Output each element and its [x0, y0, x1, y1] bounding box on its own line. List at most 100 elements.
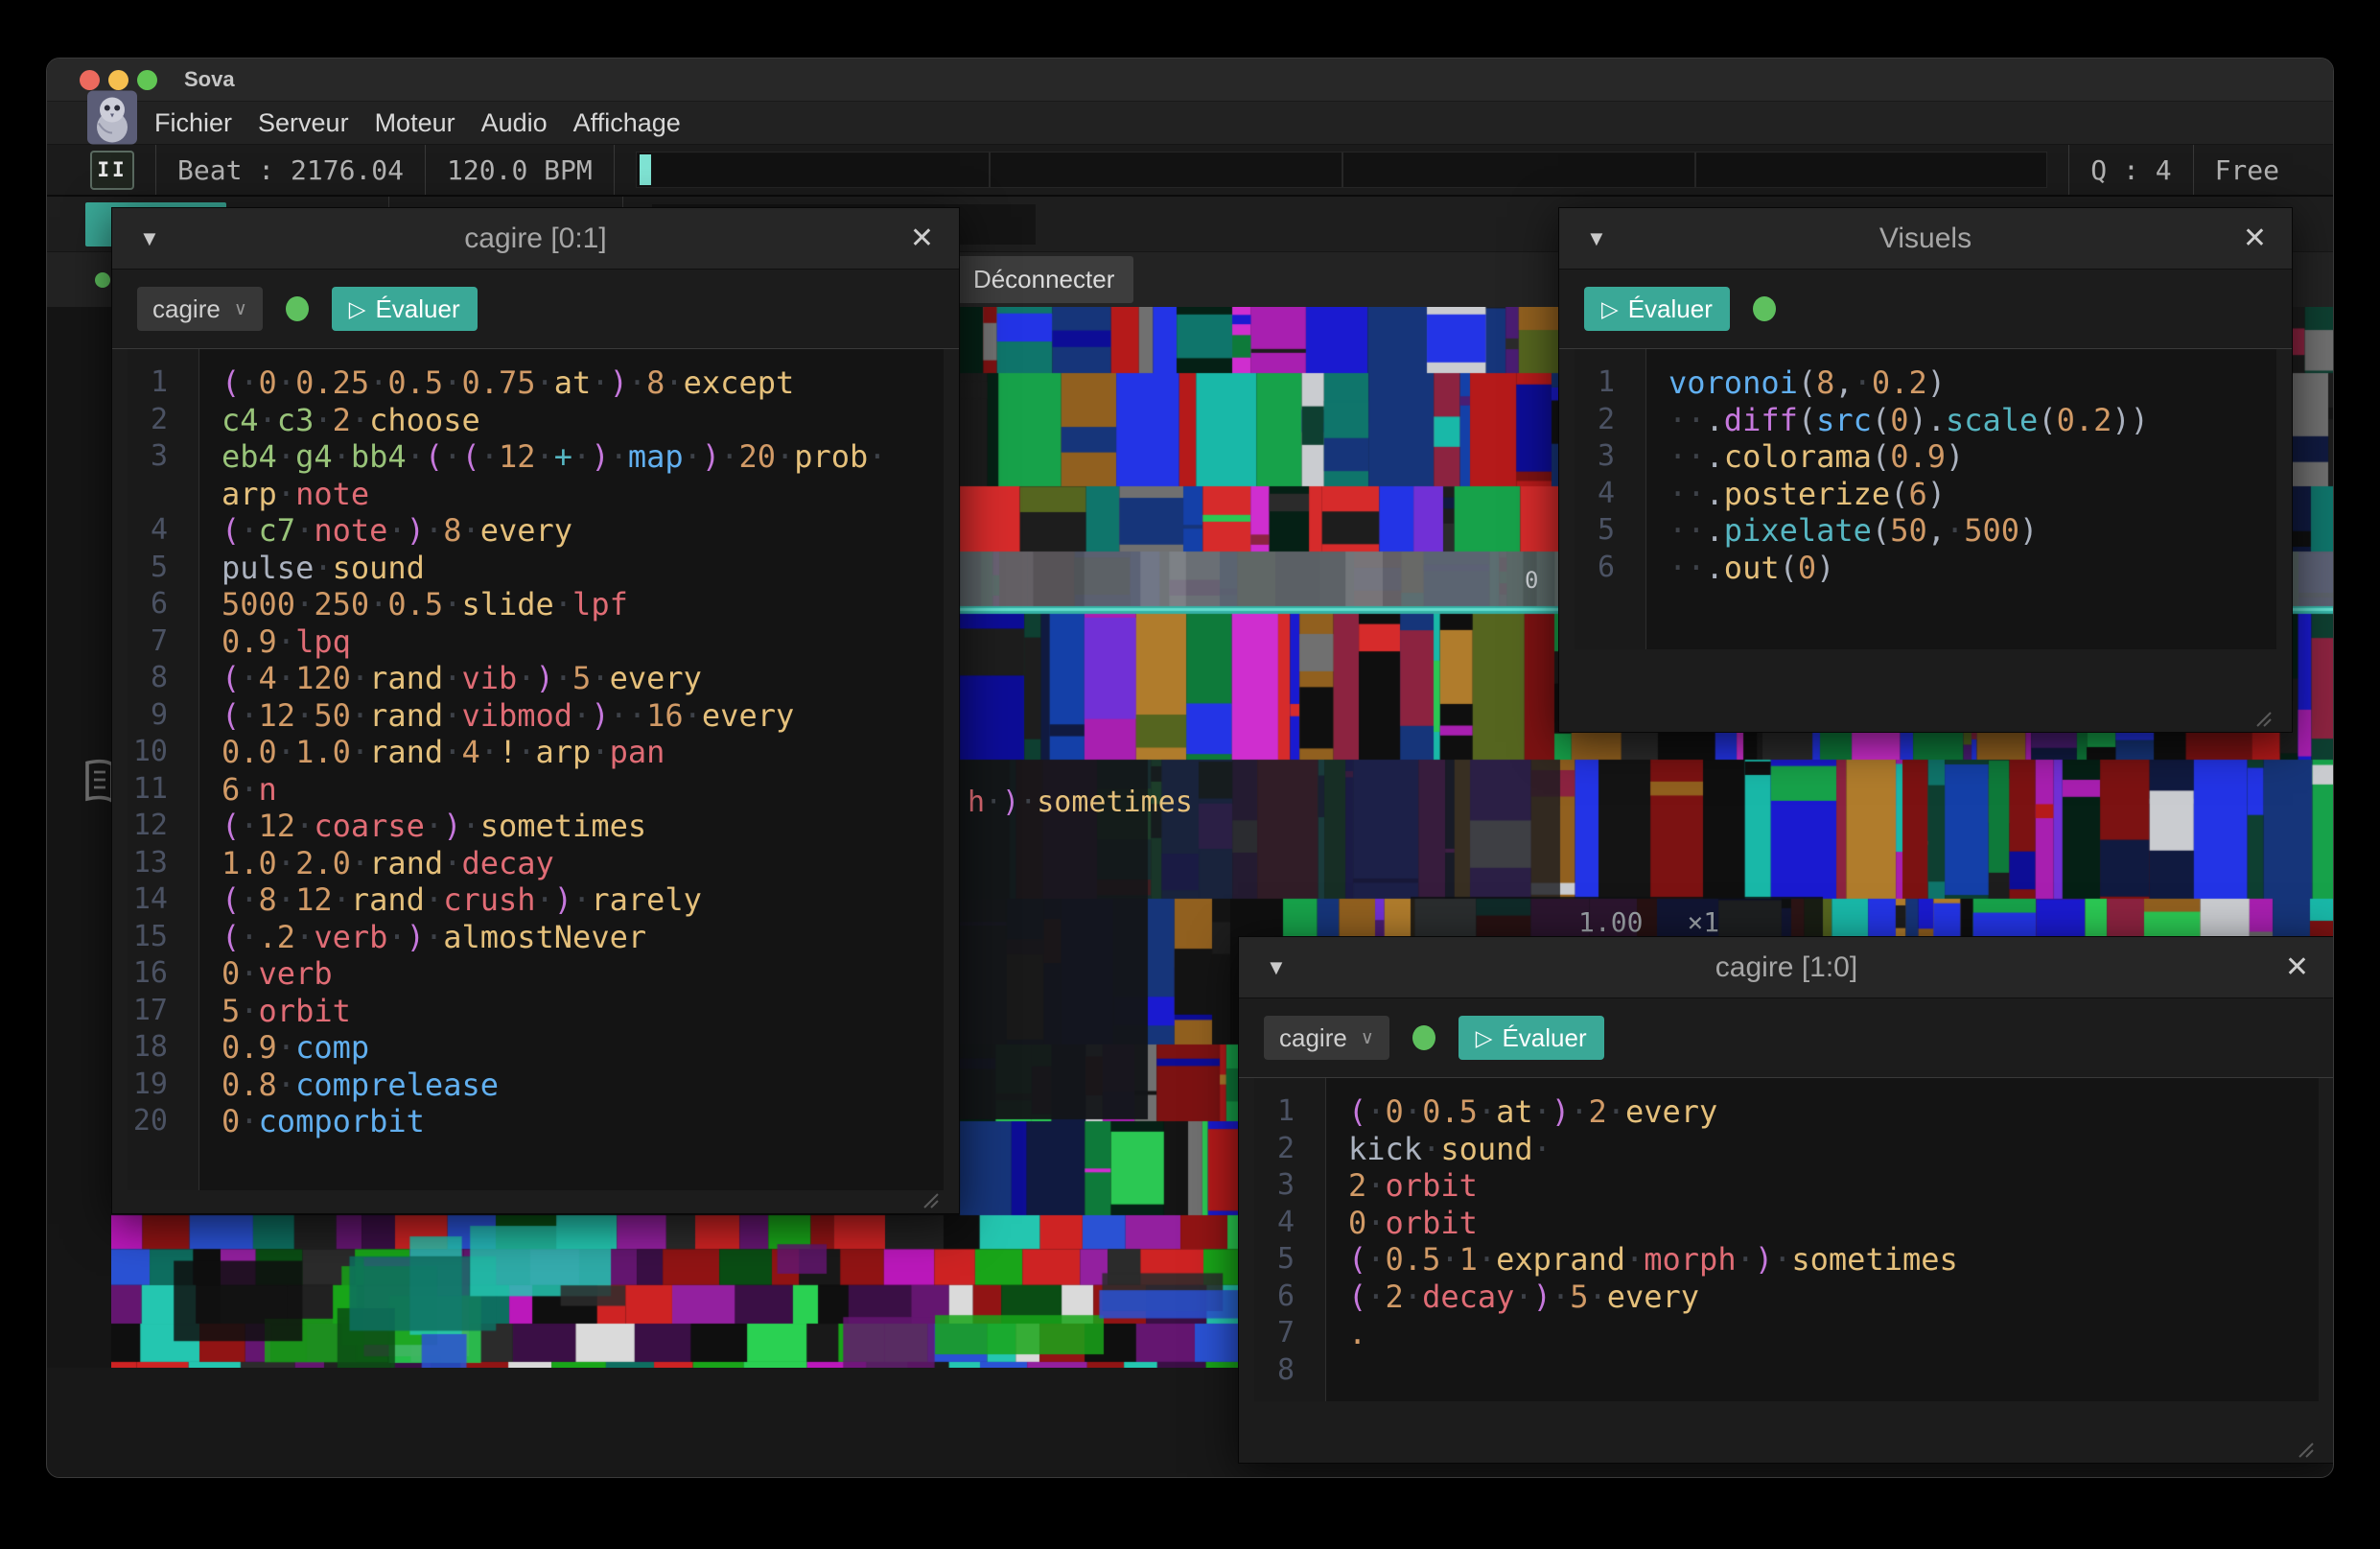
evaluate-button[interactable]: ▷Évaluer — [1584, 287, 1730, 331]
close-icon[interactable]: ✕ — [910, 222, 934, 255]
whitespace-dot: · — [277, 438, 295, 476]
whitespace-dot: · — [536, 438, 554, 476]
zoom-window-button[interactable] — [137, 70, 157, 90]
code-line: 5pulse·sound — [128, 550, 944, 587]
code-token: 0.5 — [387, 364, 443, 402]
code-line: 4(·c7·note·)·8·every — [128, 512, 944, 550]
code-token: every — [1625, 1093, 1717, 1131]
code-line: 40·orbit — [1254, 1205, 2319, 1242]
menu-item-moteur[interactable]: Moteur — [375, 108, 455, 138]
whitespace-dot: · — [240, 881, 258, 919]
code-line: 190.8·comprelease — [128, 1067, 944, 1104]
code-token: comprelease — [295, 1067, 499, 1104]
code-line-content: 0·orbit — [1310, 1205, 2319, 1242]
whitespace-dot: · — [610, 697, 628, 735]
whitespace-dot: · — [277, 623, 295, 661]
panel-toolbar: cagire∨ ▷Évaluer — [112, 270, 959, 349]
code-token: ( — [222, 364, 240, 402]
code-token: lpf — [572, 586, 628, 623]
code-token: sometimes — [480, 808, 646, 845]
whitespace-dot: · — [591, 364, 609, 402]
code-token: decay — [461, 845, 553, 882]
code-token: ) — [591, 438, 609, 476]
code-token: note — [295, 476, 369, 513]
editor-panel-cagire-0-1: ▼ cagire [0:1] ✕ cagire∨▷Évaluer 1(·0·0.… — [111, 207, 960, 1214]
code-editor[interactable]: 1(·0·0.25·0.5·0.75·at·)·8·except2c4·c3·2… — [128, 349, 944, 1190]
beat-progress-bar[interactable] — [636, 152, 2048, 188]
disconnect-button[interactable]: Déconnecter — [954, 256, 1133, 303]
code-token: 1 — [1459, 1241, 1478, 1279]
close-icon[interactable]: ✕ — [2285, 951, 2309, 984]
speed-multiplier: ×1 — [1687, 906, 1719, 938]
line-number: 19 — [128, 1067, 183, 1104]
code-token: 0 — [1348, 1205, 1366, 1242]
whitespace-dot: · — [1570, 1093, 1588, 1131]
code-token: rand — [369, 734, 443, 771]
menu-item-serveur[interactable]: Serveur — [258, 108, 349, 138]
whitespace-dot: · — [1366, 1241, 1385, 1279]
code-token: decay — [1422, 1279, 1514, 1316]
close-icon[interactable]: ✕ — [2243, 222, 2267, 255]
code-token: out — [1724, 550, 1780, 587]
collapse-icon[interactable]: ▼ — [1586, 226, 1607, 251]
code-token: ) — [1755, 1241, 1773, 1279]
code-token: ) — [591, 697, 609, 735]
code-token: verb — [259, 955, 333, 993]
whitespace-dot: · — [517, 734, 535, 771]
whitespace-dot: · — [351, 845, 369, 882]
whitespace-dot: · — [295, 586, 314, 623]
code-token: pixelate — [1724, 512, 1872, 550]
panel-header[interactable]: ▼ cagire [0:1] ✕ — [112, 208, 959, 270]
code-token: rand — [369, 697, 443, 735]
whitespace-dot: · — [1404, 1279, 1422, 1316]
buffer-select-dropdown[interactable]: cagire∨ — [1264, 1016, 1389, 1060]
close-window-button[interactable] — [80, 70, 100, 90]
resize-handle-icon[interactable] — [919, 1188, 940, 1209]
code-line: 32·orbit — [1254, 1167, 2319, 1205]
code-token: rarely — [591, 881, 702, 919]
code-token: ( — [222, 697, 240, 735]
chevron-down-icon: ∨ — [234, 298, 247, 320]
menu-item-audio[interactable]: Audio — [481, 108, 548, 138]
panel-header[interactable]: ▼ cagire [1:0] ✕ — [1239, 937, 2334, 998]
pause-button[interactable]: II — [90, 151, 134, 190]
whitespace-dot: · — [240, 1103, 258, 1140]
evaluate-label: Évaluer — [1628, 294, 1713, 324]
panel-header[interactable]: ▼ Visuels ✕ — [1559, 208, 2292, 270]
whitespace-dot: · — [443, 438, 461, 476]
code-editor[interactable]: 1(·0·0.5·at·)·2·every2kick·sound·32·orbi… — [1254, 1078, 2319, 1401]
whitespace-dot: · — [572, 697, 591, 735]
minimize-window-button[interactable] — [108, 70, 128, 90]
resize-handle-icon[interactable] — [2294, 1438, 2315, 1459]
code-token: . — [1348, 1315, 1366, 1352]
buffer-select-dropdown[interactable]: cagire∨ — [137, 287, 263, 331]
line-number: 7 — [1254, 1315, 1310, 1352]
panel-title: Visuels — [1559, 223, 2292, 255]
line-number: 2 — [128, 402, 183, 439]
slider-value: 0 — [1525, 567, 1538, 594]
code-token: kick — [1348, 1131, 1422, 1168]
whitespace-dot: · — [536, 881, 554, 919]
menu-item-fichier[interactable]: Fichier — [154, 108, 232, 138]
line-number: 6 — [1254, 1279, 1310, 1316]
code-line-content: 2·orbit — [1310, 1167, 2319, 1205]
whitespace-dot: · — [443, 364, 461, 402]
whitespace-dot: · — [277, 364, 295, 402]
collapse-icon[interactable]: ▼ — [139, 226, 160, 251]
evaluate-button[interactable]: ▷Évaluer — [332, 287, 478, 331]
whitespace-dot: · — [295, 512, 314, 550]
evaluate-button[interactable]: ▷Évaluer — [1458, 1016, 1604, 1060]
titlebar[interactable]: Sova — [47, 59, 2333, 102]
menu-item-affichage[interactable]: Affichage — [573, 108, 681, 138]
code-token: ( — [1890, 476, 1908, 513]
divider — [2068, 145, 2069, 195]
code-line: 6(·2·decay·)·5·every — [1254, 1279, 2319, 1316]
code-token: ( — [1872, 512, 1890, 550]
collapse-icon[interactable]: ▼ — [1266, 955, 1287, 980]
code-line-content: (·c7·note·)·8·every — [183, 512, 944, 550]
whitespace-dot: · — [259, 402, 277, 439]
beat-cursor — [640, 154, 651, 185]
code-editor[interactable]: 1voronoi(8,·0.2)2··.diff(src(0).scale(0.… — [1575, 349, 2276, 649]
code-token: 8 — [259, 881, 277, 919]
resize-handle-icon[interactable] — [2252, 707, 2273, 728]
